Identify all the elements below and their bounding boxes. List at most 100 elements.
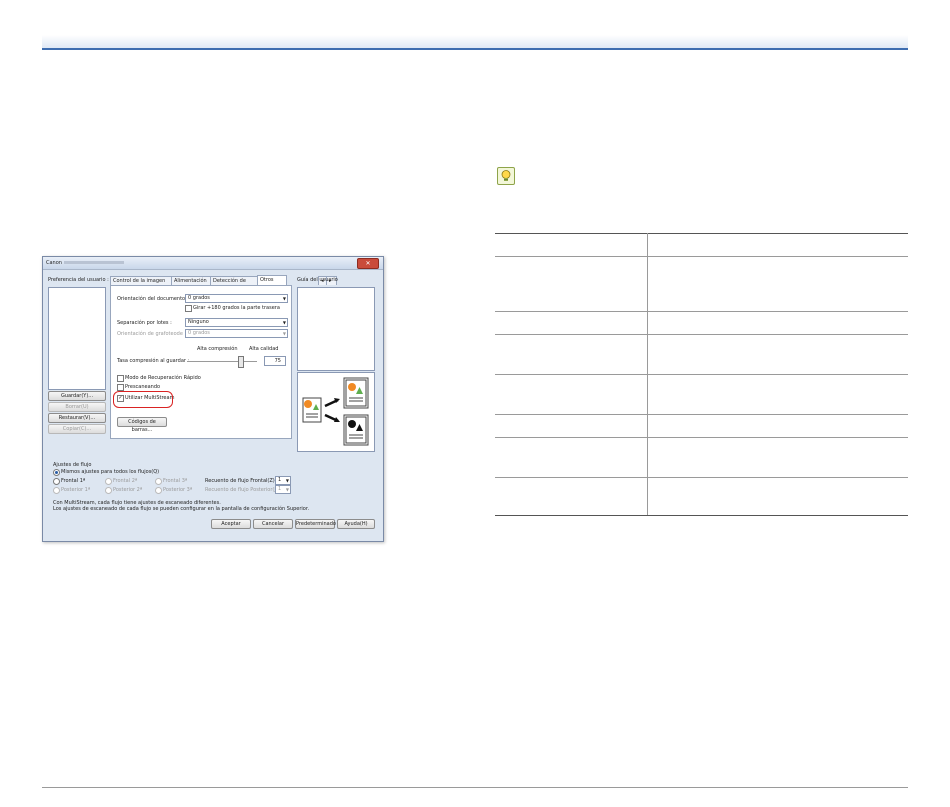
compression-slider-thumb[interactable]	[238, 356, 244, 368]
text-orientation-select[interactable]: 0 grados ▼	[185, 329, 288, 338]
table-row	[495, 334, 908, 375]
quick-recovery-label: Modo de Recuperación Rápido	[125, 375, 201, 381]
default-button[interactable]: Predeterminado	[295, 519, 336, 529]
multistream-illustration	[297, 372, 375, 452]
chevron-down-icon: ▼	[285, 478, 289, 483]
help-button[interactable]: Ayuda(H)	[337, 519, 375, 529]
footer-rule	[42, 787, 908, 788]
table-cell	[495, 256, 648, 312]
dialog-title-text: Canon	[46, 260, 62, 266]
quick-recovery-checkbox[interactable]	[117, 375, 124, 382]
table-row	[495, 414, 908, 438]
orientation-value: 0 grados	[188, 295, 210, 301]
front-count-label: Recuento de flujo Frontal(Z)	[205, 478, 275, 484]
copy-button[interactable]: Copiar(C)...	[48, 424, 106, 434]
chevron-down-icon: ▼	[285, 487, 289, 492]
separation-value: Ninguno	[188, 319, 209, 325]
front2-radio[interactable]	[105, 478, 112, 485]
compression-label: Tasa compresión al guardar :	[117, 358, 190, 364]
table-cell	[647, 233, 908, 257]
delete-button[interactable]: Borrar(U)	[48, 402, 106, 412]
user-preference-label: Preferencia del usuario :	[48, 277, 109, 283]
back-count-select[interactable]: 1 ▼	[275, 485, 291, 494]
front1-radio[interactable]	[53, 478, 60, 485]
header-band	[42, 35, 908, 48]
settings-table	[495, 233, 908, 516]
front-count-value: 1	[278, 477, 282, 483]
multistream-note-2: Los ajustes de escaneado de cada flujo s…	[53, 506, 310, 512]
table-cell	[647, 256, 908, 312]
others-tab-panel: Orientación del documento : 0 grados ▼ Gi…	[110, 285, 292, 439]
table-cell	[495, 334, 648, 375]
table-row	[495, 437, 908, 478]
barcode-button[interactable]: Códigos de barras...	[117, 417, 167, 433]
slider-low-label: Alta compresión	[197, 346, 238, 352]
back2-label: Posterior 2ª	[113, 487, 143, 493]
close-button[interactable]: ✕	[357, 258, 379, 269]
table-cell	[647, 414, 908, 438]
dialog-title: Canon	[46, 260, 124, 266]
front1-label: Frontal 1ª	[61, 478, 86, 484]
table-cell	[647, 334, 908, 375]
accept-button[interactable]: Aceptar	[211, 519, 251, 529]
separation-label: Separación por lotes :	[117, 320, 172, 326]
save-button[interactable]: Guardar(Y)...	[48, 391, 106, 401]
table-row	[495, 374, 908, 415]
table-cell	[495, 477, 648, 516]
cancel-button[interactable]: Cancelar	[253, 519, 293, 529]
lightbulb-icon-glyph	[501, 170, 511, 181]
rotate-back-checkbox[interactable]	[185, 305, 192, 312]
prescan-label: Prescaneando	[125, 384, 161, 388]
table-cell	[495, 374, 648, 415]
user-preference-list[interactable]	[48, 287, 106, 390]
slider-high-label: Alta calidad	[249, 346, 279, 352]
same-settings-radio[interactable]	[53, 469, 60, 476]
tab-feeding[interactable]: Alimentación	[171, 276, 211, 285]
scanner-settings-dialog: Canon ✕ Preferencia del usuario : Guarda…	[42, 256, 384, 542]
chevron-down-icon: ▼	[282, 296, 286, 301]
table-cell	[495, 233, 648, 257]
back1-radio[interactable]	[53, 487, 60, 494]
table-header-row	[495, 233, 908, 257]
back1-label: Posterior 1ª	[61, 487, 91, 493]
table-cell	[647, 477, 908, 516]
chevron-down-icon: ▼	[282, 331, 286, 336]
table-cell	[647, 437, 908, 478]
flow-settings-label: Ajustes de flujo	[53, 462, 92, 468]
dialog-titlebar: Canon ✕	[43, 257, 383, 270]
user-guide-label: Guía del usuario	[297, 277, 338, 283]
rotate-back-label: Girar +180 grados la parte trasera	[193, 305, 280, 311]
back3-radio[interactable]	[155, 487, 162, 494]
compression-slider-track[interactable]	[187, 361, 257, 362]
table-cell	[647, 311, 908, 335]
front2-label: Frontal 2ª	[113, 478, 138, 484]
lightbulb-icon	[497, 167, 515, 185]
back-count-label: Recuento de flujo Posterior(J)	[205, 487, 278, 493]
back3-label: Posterior 3ª	[163, 487, 193, 493]
table-cell	[495, 311, 648, 335]
table-cell	[495, 414, 648, 438]
prescan-checkbox[interactable]	[117, 384, 124, 391]
header-rule	[42, 48, 908, 50]
orientation-label: Orientación del documento :	[117, 296, 189, 302]
table-cell	[647, 374, 908, 415]
same-settings-label: Mismos ajustes para todos los flujos(Q)	[61, 469, 160, 475]
restore-button[interactable]: Restaurar(V)...	[48, 413, 106, 423]
text-orientation-label: Orientación de grafoteode :	[117, 331, 187, 337]
table-cell	[495, 437, 648, 478]
user-guide-panel	[297, 287, 375, 371]
back-count-value: 1	[278, 486, 282, 492]
back2-radio[interactable]	[105, 487, 112, 494]
tab-error-detection[interactable]: Detección de error	[210, 276, 258, 292]
separation-select[interactable]: Ninguno ▼	[185, 318, 288, 327]
chevron-down-icon: ▼	[282, 320, 286, 325]
front-count-select[interactable]: 1 ▼	[275, 476, 291, 485]
multistream-diagram	[302, 377, 369, 446]
tab-image-control[interactable]: Control de la imagen	[110, 276, 172, 285]
compression-value[interactable]: 75	[264, 356, 286, 366]
table-row	[495, 256, 908, 312]
multistream-highlight	[113, 391, 173, 408]
front3-label: Frontal 3ª	[163, 478, 188, 484]
orientation-select[interactable]: 0 grados ▼	[185, 294, 288, 303]
front3-radio[interactable]	[155, 478, 162, 485]
